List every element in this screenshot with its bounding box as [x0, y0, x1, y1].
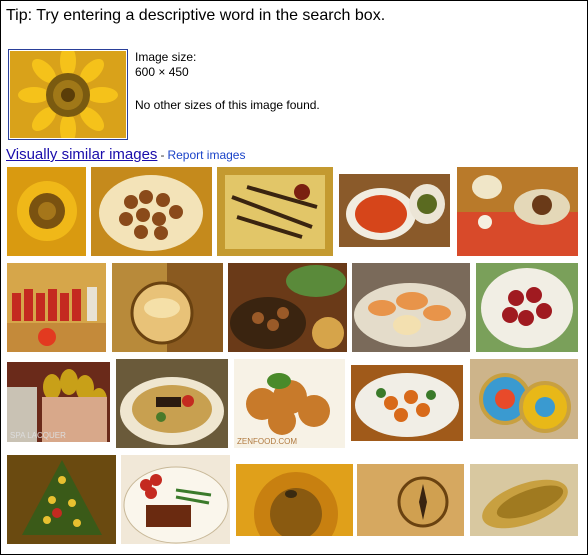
thumb-dinner-table[interactable]	[457, 167, 578, 256]
search-tip: Tip: Try entering a descriptive word in …	[6, 7, 386, 24]
thumb-grilled-skewers[interactable]	[217, 167, 333, 256]
thumb-sunflower[interactable]	[7, 167, 86, 256]
photo-stamp: SPA LACQUER	[10, 431, 66, 440]
visually-similar-images-link[interactable]: Visually similar images	[6, 146, 157, 163]
thumb-christmas-tree[interactable]	[7, 455, 116, 544]
thumb-chestnuts-plate[interactable]	[91, 167, 212, 256]
thumb-red-octopus-plate[interactable]	[476, 263, 578, 352]
thumb-golden-leaves[interactable]	[470, 464, 578, 536]
thumb-seafood-platter[interactable]	[352, 263, 470, 352]
thumb-tomato-steak-plate[interactable]	[121, 455, 230, 544]
similar-images-header: Visually similar images - Report images	[6, 146, 245, 163]
thumb-noodle-bowl[interactable]	[116, 359, 228, 448]
thumb-stir-fry[interactable]	[228, 263, 347, 352]
thumb-sunflower-bee[interactable]	[236, 464, 353, 536]
report-images-link[interactable]: Report images	[167, 148, 245, 162]
thumb-gold-nail-polish[interactable]: SPA LACQUER	[7, 362, 110, 442]
image-size-label: Image size:	[135, 50, 197, 64]
query-image[interactable]	[8, 49, 128, 140]
no-other-sizes-text: No other sizes of this image found.	[135, 98, 320, 112]
thumb-glass-bowl[interactable]	[112, 263, 223, 352]
thumb-badges[interactable]	[470, 359, 578, 439]
separator: -	[160, 148, 165, 162]
thumb-salad-plate[interactable]	[351, 365, 463, 441]
thumb-compass[interactable]	[357, 464, 464, 536]
thumb-soup-bowl[interactable]	[339, 174, 450, 247]
image-size-value: 600 × 450	[135, 65, 189, 79]
sunflower-image	[10, 51, 126, 138]
photo-stamp: ZENFOOD.COM	[237, 437, 297, 446]
thumb-fried-chicken[interactable]: ZENFOOD.COM	[234, 359, 345, 448]
thumb-team-photo[interactable]	[7, 263, 106, 352]
image-info: Image size: 600 × 450 No other sizes of …	[135, 50, 320, 113]
